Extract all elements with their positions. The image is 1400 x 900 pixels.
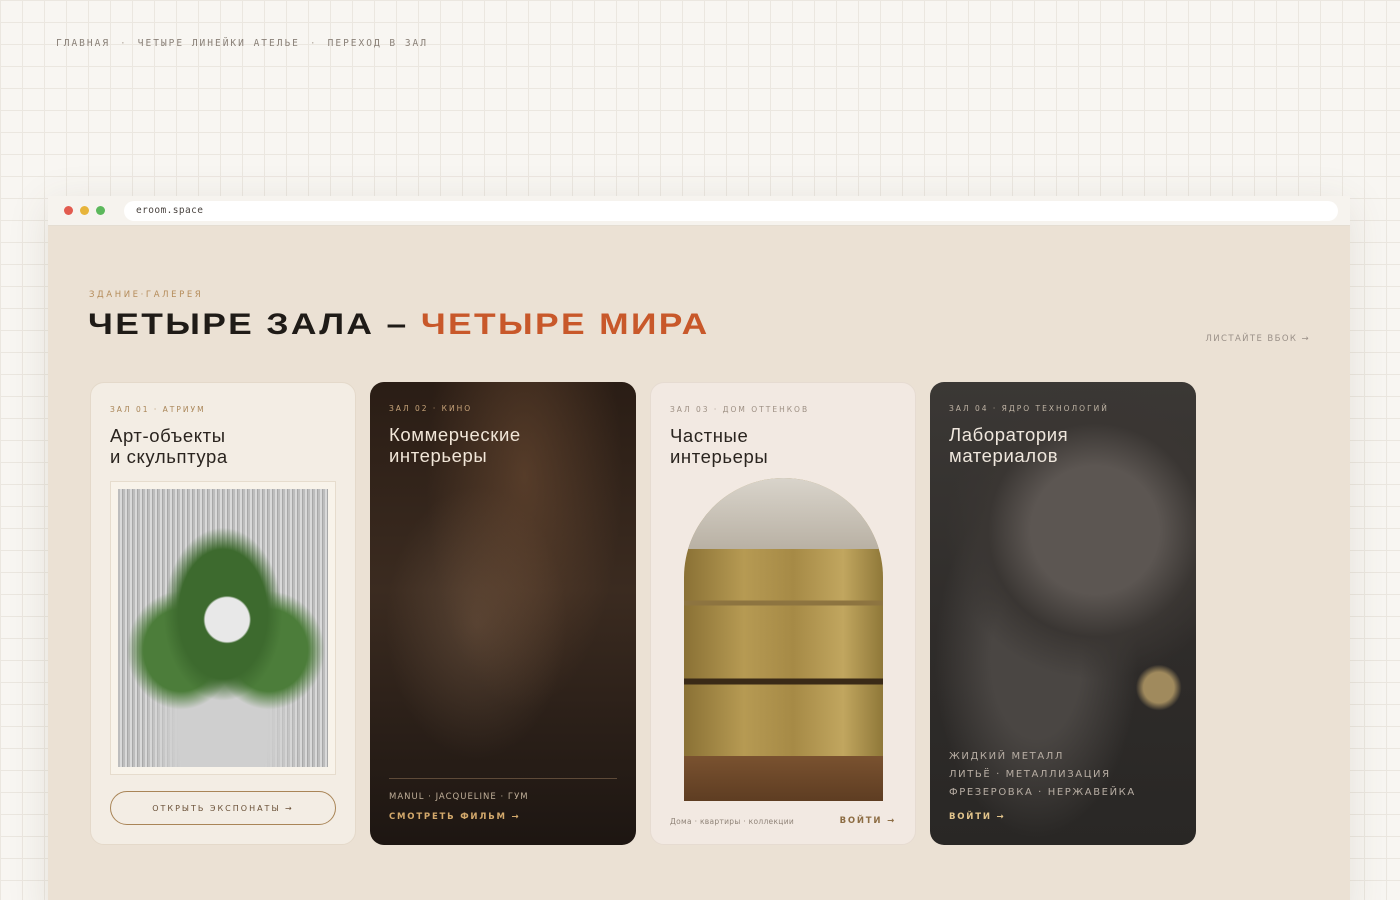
breadcrumb-separator: · [120, 38, 128, 49]
page-title: ЧЕТЫРЕ ЗАЛА – ЧЕТЫРЕ МИРА [88, 308, 710, 342]
address-bar-url: eroom.space [136, 205, 204, 216]
divider [389, 778, 617, 779]
breadcrumb-separator: · [309, 38, 318, 49]
breadcrumb-item-current: ПЕРЕХОД В ЗАЛ [327, 38, 428, 49]
hall-title-line: интерьеры [670, 446, 769, 467]
client-brands: MANUL · JACQUELINE · ГУМ [389, 792, 529, 802]
maximize-window-icon[interactable] [96, 206, 105, 215]
hall-title-line: Частные [670, 425, 749, 446]
hall-card-atrium[interactable]: ЗАЛ 01 · АТРИУМ Арт-объекты и скульптура… [90, 382, 356, 845]
section-eyebrow: ЗДАНИЕ·ГАЛЕРЕЯ [89, 290, 204, 300]
breadcrumb: ГЛАВНАЯ · ЧЕТЫРЕ ЛИНЕЙКИ АТЕЛЬЕ · ПЕРЕХО… [56, 38, 428, 49]
scroll-hint[interactable]: ЛИСТАЙТЕ ВБОК → [1205, 334, 1310, 344]
page-title-main: ЧЕТЫРЕ ЗАЛА – [88, 308, 421, 341]
close-window-icon[interactable] [64, 206, 73, 215]
minimize-window-icon[interactable] [80, 206, 89, 215]
hall-title: Частные интерьеры [670, 425, 900, 467]
hall-title-line: Лаборатория [949, 424, 1069, 445]
interior-arch-image [684, 478, 883, 801]
enter-link[interactable]: ВОЙТИ → [949, 812, 1005, 822]
hall-title: Коммерческие интерьеры [389, 424, 619, 466]
sculpture-image [118, 489, 328, 767]
feature-item: ЖИДКИЙ МЕТАЛЛ [949, 751, 1065, 762]
hall-title-line: и скульптура [110, 446, 228, 467]
breadcrumb-item-lines[interactable]: ЧЕТЫРЕ ЛИНЕЙКИ АТЕЛЬЕ [138, 38, 300, 49]
sculpture-image-frame [110, 481, 336, 775]
hall-title: Лаборатория материалов [949, 424, 1179, 466]
breadcrumb-item-home[interactable]: ГЛАВНАЯ [56, 38, 110, 49]
hall-tag: ЗАЛ 04 · ЯДРО ТЕХНОЛОГИЙ [949, 404, 1109, 413]
hall-card-shades[interactable]: ЗАЛ 03 · ДОМ ОТТЕНКОВ Частные интерьеры … [650, 382, 916, 845]
hall-title-line: материалов [949, 445, 1059, 466]
address-bar[interactable]: eroom.space [124, 200, 1338, 221]
hall-title-line: Коммерческие [389, 424, 521, 445]
browser-titlebar: eroom.space [48, 196, 1350, 226]
open-exhibits-button[interactable]: ОТКРЫТЬ ЭКСПОНАТЫ → [110, 791, 336, 825]
hall-card-cinema[interactable]: ЗАЛ 02 · КИНО Коммерческие интерьеры MAN… [370, 382, 636, 845]
feature-item: ФРЕЗЕРОВКА · НЕРЖАВЕЙКА [949, 787, 1136, 798]
hall-title-line: интерьеры [389, 445, 488, 466]
hall-tag: ЗАЛ 01 · АТРИУМ [110, 405, 206, 414]
material-features: ЖИДКИЙ МЕТАЛЛ ЛИТЬЁ · МЕТАЛЛИЗАЦИЯ ФРЕЗЕ… [949, 748, 1136, 802]
hall-title: Арт-объекты и скульптура [110, 425, 340, 467]
watch-film-link[interactable]: СМОТРЕТЬ ФИЛЬМ → [389, 812, 520, 822]
enter-link[interactable]: ВОЙТИ → [840, 816, 896, 826]
hall-title-line: Арт-объекты [110, 425, 226, 446]
page-title-accent: ЧЕТЫРЕ МИРА [420, 308, 710, 341]
hall-card-tech[interactable]: ЗАЛ 04 · ЯДРО ТЕХНОЛОГИЙ Лаборатория мат… [930, 382, 1196, 845]
hall-meta: Дома · квартиры · коллекции [670, 817, 795, 826]
browser-window: eroom.space ЗДАНИЕ·ГАЛЕРЕЯ ЧЕТЫРЕ ЗАЛА –… [48, 196, 1350, 900]
hall-tag: ЗАЛ 03 · ДОМ ОТТЕНКОВ [670, 405, 810, 414]
hall-tag: ЗАЛ 02 · КИНО [389, 404, 473, 413]
feature-item: ЛИТЬЁ · МЕТАЛЛИЗАЦИЯ [949, 769, 1111, 780]
